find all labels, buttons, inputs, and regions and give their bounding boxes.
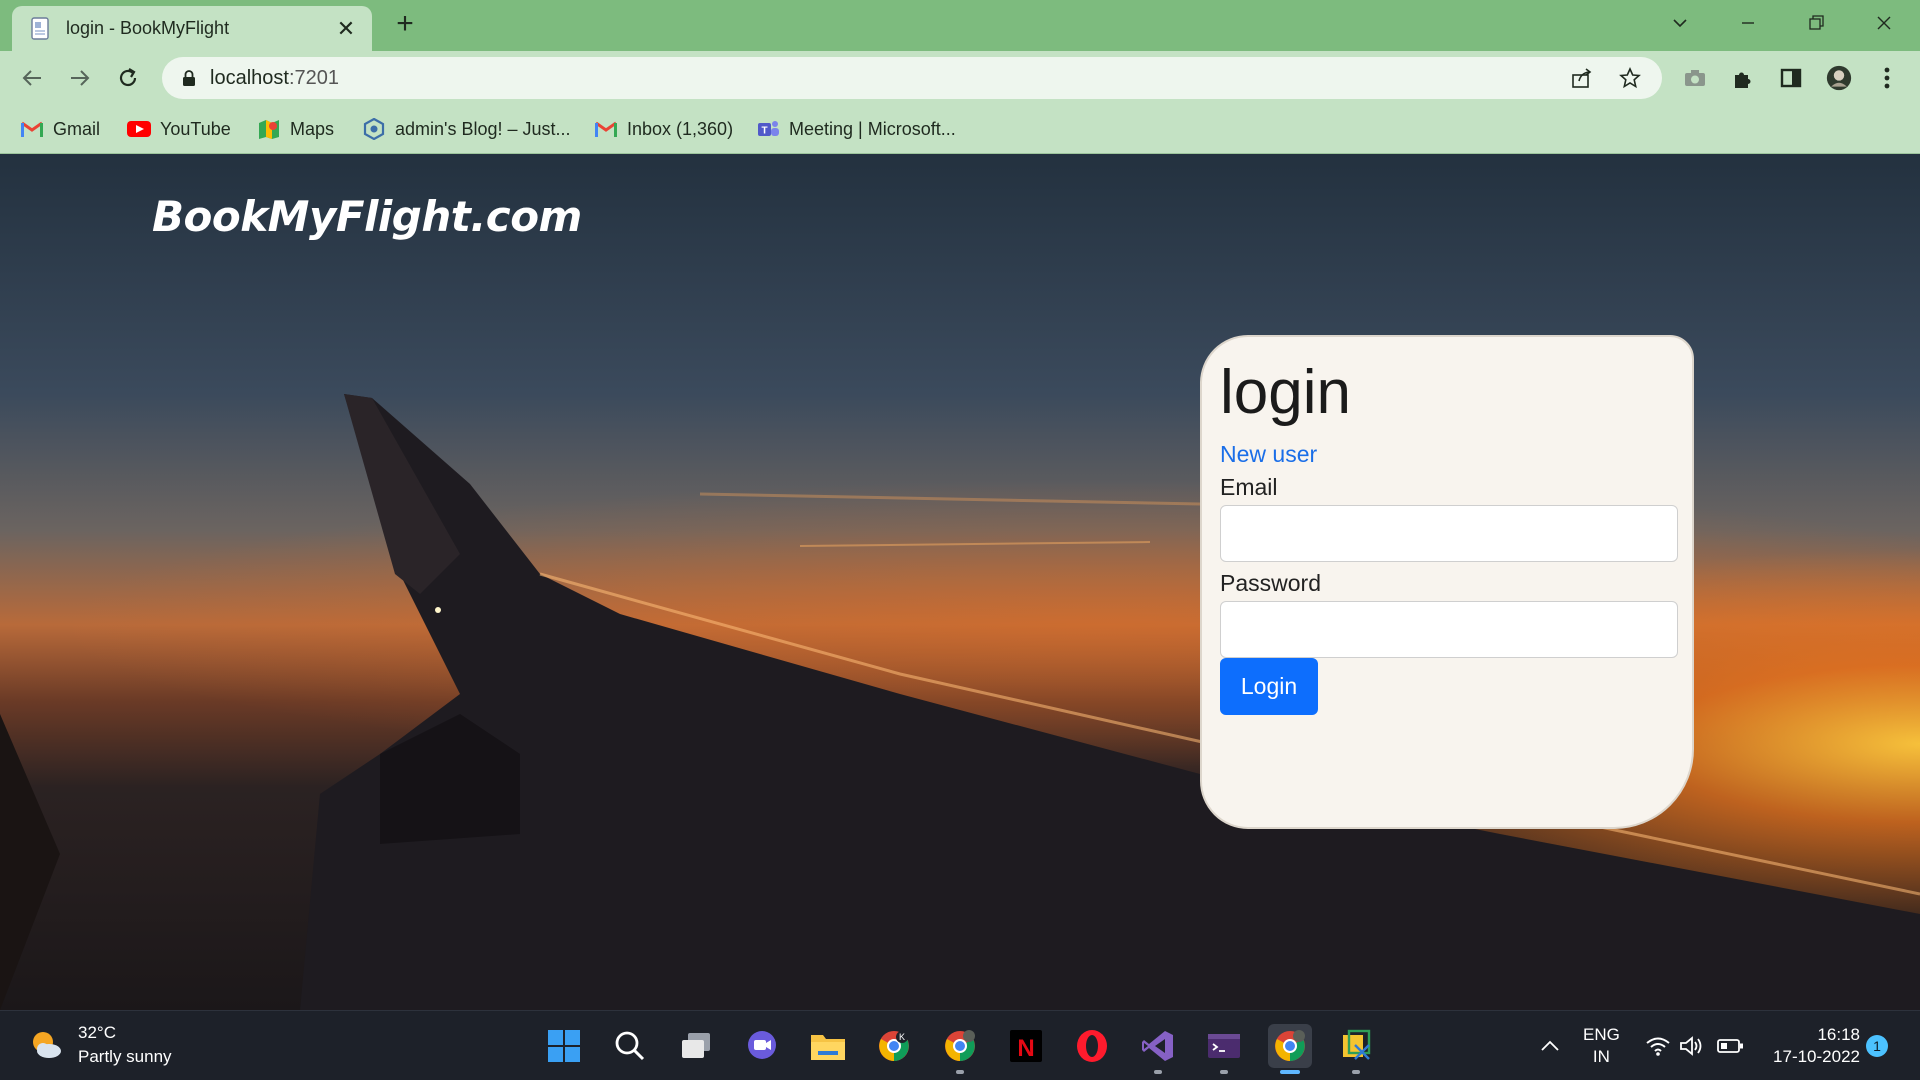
search-icon[interactable] [608,1024,652,1068]
extensions-puzzle-icon[interactable] [1730,65,1756,91]
svg-text:K: K [899,1032,905,1042]
language-indicator[interactable]: ENG IN [1583,1024,1620,1068]
password-label: Password [1220,570,1321,596]
reload-icon[interactable] [112,62,144,94]
gmail-icon [20,118,44,140]
bookmarks-bar: Gmail YouTube Maps admin's Blog! – Just.… [0,104,1920,154]
running-indicator [1220,1070,1228,1074]
browser-toolbar: localhost:7201 [0,51,1920,104]
svg-text:N: N [1017,1035,1034,1062]
tab-title: login - BookMyFlight [66,18,230,38]
teams-chat-icon[interactable] [740,1024,784,1068]
chrome-profile-icon[interactable] [938,1024,982,1074]
tab-search-chevron-icon[interactable] [1656,6,1704,40]
bookmark-admin-blog[interactable]: admin's Blog! – Just... [362,114,571,144]
page-background: BookMyFlight.com login New user Email Pa… [0,154,1920,1010]
youtube-icon [127,118,151,140]
opera-icon[interactable] [1070,1024,1114,1068]
system-clock[interactable]: 16:18 17-10-2022 [1762,1024,1860,1068]
bookmark-youtube[interactable]: YouTube [127,114,231,144]
lock-icon [183,70,195,86]
email-field[interactable] [1220,505,1678,562]
minimize-button[interactable] [1724,6,1772,40]
partly-sunny-icon [33,1032,61,1058]
teams-icon: T [756,118,780,140]
new-tab-button[interactable]: + [388,8,422,42]
browser-tab-active[interactable]: login - BookMyFlight ✕ [12,6,372,51]
close-window-button[interactable] [1860,6,1908,40]
bookmark-maps[interactable]: Maps [257,114,334,144]
menu-kebab-icon[interactable] [1874,65,1900,91]
weather-widget[interactable]: 32°C Partly sunny [28,1021,172,1069]
login-button[interactable]: Login [1220,658,1318,715]
page-icon [31,16,49,40]
snipping-tool-icon[interactable] [1334,1024,1378,1074]
login-heading: login [1220,358,1351,427]
active-indicator [1280,1070,1300,1074]
svg-text:T: T [761,126,767,137]
close-tab-icon[interactable]: ✕ [334,16,358,42]
maps-icon [257,118,281,140]
running-indicator [1352,1070,1360,1074]
windows-taskbar: 32°C Partly sunny K N ENG IN 16:18 17-10… [0,1010,1920,1080]
gmail-icon [594,118,618,140]
browser-tab-strip: login - BookMyFlight ✕ + [0,0,1920,51]
bookmark-inbox[interactable]: Inbox (1,360) [594,114,733,144]
show-hidden-icons-chevron-icon[interactable] [1528,1024,1572,1068]
email-label: Email [1220,474,1278,500]
share-icon[interactable] [1570,66,1594,90]
terminal-icon[interactable] [1202,1024,1246,1074]
address-bar[interactable]: localhost:7201 [162,57,1662,99]
windows-start-icon[interactable] [542,1024,586,1068]
url-text: localhost:7201 [210,66,339,89]
password-field[interactable] [1220,601,1678,658]
file-explorer-icon[interactable] [806,1024,850,1068]
bookmark-star-icon[interactable] [1618,66,1642,90]
bookmark-teams-meeting[interactable]: T Meeting | Microsoft... [756,114,956,144]
chrome-profile-k-icon[interactable]: K [872,1024,916,1068]
new-user-link[interactable]: New user [1220,441,1674,468]
weather-temperature: 32°C [78,1023,116,1042]
netflix-icon[interactable]: N [1004,1024,1048,1068]
profile-avatar[interactable] [1826,65,1852,91]
running-indicator [956,1070,964,1074]
site-title[interactable]: BookMyFlight.com [152,192,582,241]
forward-arrow-icon[interactable] [64,62,96,94]
visual-studio-icon[interactable] [1136,1024,1180,1074]
notification-badge[interactable]: 1 [1866,1035,1888,1057]
blog-icon [362,118,386,140]
side-panel-icon[interactable] [1778,65,1804,91]
restore-button[interactable] [1792,6,1840,40]
battery-icon[interactable] [1708,1024,1752,1068]
bookmark-gmail[interactable]: Gmail [20,114,100,144]
login-card: login New user Email Password Login [1200,335,1694,829]
back-arrow-icon[interactable] [16,62,48,94]
chrome-active-icon[interactable] [1268,1024,1312,1074]
task-view-icon[interactable] [674,1024,718,1068]
camera-icon[interactable] [1682,65,1708,91]
running-indicator [1154,1070,1162,1074]
weather-description: Partly sunny [78,1047,172,1066]
